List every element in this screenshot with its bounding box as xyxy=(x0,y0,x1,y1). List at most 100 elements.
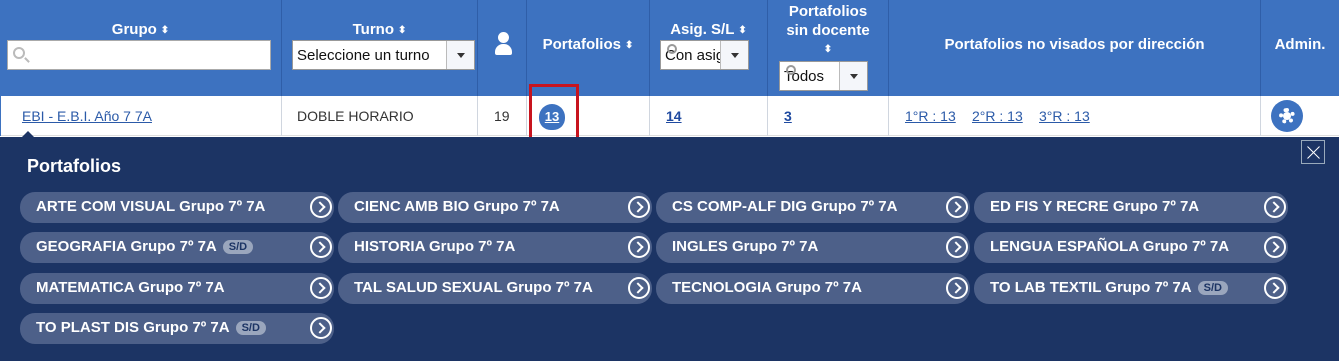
portafolio-item-text: TO LAB TEXTIL Grupo 7º 7A xyxy=(990,279,1192,296)
portafolio-item[interactable]: HISTORIA Grupo 7º 7A xyxy=(338,232,652,263)
header-asig-label: Asig. S/L xyxy=(670,21,735,38)
header-turno-label: Turno xyxy=(352,21,394,38)
portafolio-item-label: MATEMATICA Grupo 7º 7A xyxy=(36,279,225,296)
user-icon xyxy=(495,32,512,56)
asig-link[interactable]: 14 xyxy=(666,108,682,124)
header-admin-label: Admin. xyxy=(1274,36,1326,53)
chevron-right-circle-icon[interactable] xyxy=(946,196,968,218)
portafolio-item[interactable]: TAL SALUD SEXUAL Grupo 7º 7A xyxy=(338,273,652,304)
portafolio-item[interactable]: TO PLAST DIS Grupo 7º 7A S/D xyxy=(20,313,334,344)
cell-count: 19 xyxy=(478,96,527,136)
search-icon xyxy=(667,44,677,54)
table-row: EBI - E.B.I. Año 7 7A DOBLE HORARIO 19 1… xyxy=(0,96,1339,136)
header-portafolios-label: Portafolios xyxy=(542,36,621,53)
portafolio-item-text: ED FIS Y RECRE Grupo 7º 7A xyxy=(990,198,1200,215)
visado-link-3[interactable]: 3°R : 13 xyxy=(1039,108,1090,124)
sort-turno[interactable]: Turno ⬍ xyxy=(282,21,477,38)
portafolio-item-text: TECNOLOGIA Grupo 7º 7A xyxy=(672,279,862,296)
chevron-down-icon[interactable] xyxy=(720,41,748,69)
portafolio-item[interactable]: MATEMATICA Grupo 7º 7A xyxy=(20,273,334,304)
cell-no-visados: 1°R : 13 2°R : 13 3°R : 13 xyxy=(889,96,1261,136)
portafolio-item-text: TAL SALUD SEXUAL Grupo 7º 7A xyxy=(354,279,593,296)
chevron-right-circle-icon[interactable] xyxy=(946,277,968,299)
chevron-right-circle-icon[interactable] xyxy=(310,236,332,258)
chevron-right-circle-icon[interactable] xyxy=(628,196,650,218)
portafolio-item[interactable]: TECNOLOGIA Grupo 7º 7A xyxy=(656,273,970,304)
header-grupo-label: Grupo xyxy=(111,21,157,38)
portafolios-count-badge[interactable]: 13 xyxy=(539,104,565,130)
chevron-right-circle-icon[interactable] xyxy=(310,277,332,299)
chevron-down-icon[interactable] xyxy=(839,62,867,90)
cell-asig: 14 xyxy=(650,96,768,136)
portafolio-item[interactable]: INGLES Grupo 7º 7A xyxy=(656,232,970,263)
cell-portafolios: 13 xyxy=(527,96,650,136)
chevron-right-circle-icon[interactable] xyxy=(628,277,650,299)
gear-icon[interactable] xyxy=(1271,100,1303,132)
chevron-right-circle-icon[interactable] xyxy=(310,196,332,218)
search-icon xyxy=(13,47,25,59)
chevron-down-icon[interactable] xyxy=(446,41,474,69)
header-sin-docente-line2: sin docente xyxy=(786,22,870,39)
portafolio-item-label: ED FIS Y RECRE Grupo 7º 7A xyxy=(990,198,1199,215)
sort-icon: ⬍ xyxy=(823,44,833,55)
sin-docente-badge: S/D xyxy=(1197,281,1228,295)
cell-grupo: EBI - E.B.I. Año 7 7A xyxy=(0,96,282,136)
chevron-right-circle-icon[interactable] xyxy=(1264,236,1286,258)
chevron-right-circle-icon[interactable] xyxy=(310,317,332,339)
header-students xyxy=(478,0,527,96)
portafolio-item[interactable]: TO LAB TEXTIL Grupo 7º 7A S/D xyxy=(974,273,1288,304)
portafolio-item-label: TAL SALUD SEXUAL Grupo 7º 7A xyxy=(354,279,593,296)
sin-docente-badge: S/D xyxy=(222,240,254,254)
portafolio-item[interactable]: ED FIS Y RECRE Grupo 7º 7A xyxy=(974,192,1288,223)
portafolio-item-label: LENGUA ESPAÑOLA Grupo 7º 7A xyxy=(990,238,1229,255)
portafolio-item-text: TO PLAST DIS Grupo 7º 7A xyxy=(36,319,230,336)
sort-icon: ⬍ xyxy=(160,25,170,36)
sort-grupo[interactable]: Grupo ⬍ xyxy=(0,21,281,38)
portafolio-item-label: HISTORIA Grupo 7º 7A xyxy=(354,238,515,255)
portafolio-item[interactable]: GEOGRAFIA Grupo 7º 7A S/D xyxy=(20,232,334,263)
header-turno: Turno ⬍ Seleccione un turno xyxy=(282,0,478,96)
cell-admin xyxy=(1261,96,1339,136)
header-sin-docente-label[interactable]: Portafolios sin docente ⬍ xyxy=(768,2,888,59)
chevron-right-circle-icon[interactable] xyxy=(1264,196,1286,218)
portafolio-item-text: HISTORIA Grupo 7º 7A xyxy=(354,238,516,255)
visado-link-2[interactable]: 2°R : 13 xyxy=(972,108,1023,124)
portafolio-item[interactable]: CS COMP-ALF DIG Grupo 7º 7A xyxy=(656,192,970,223)
asig-select[interactable]: Con asig xyxy=(660,40,749,70)
chevron-right-circle-icon[interactable] xyxy=(1264,277,1286,299)
portafolio-item-text: ARTE COM VISUAL Grupo 7º 7A xyxy=(36,198,266,215)
portafolio-item-label: TECNOLOGIA Grupo 7º 7A xyxy=(672,279,862,296)
sort-icon: ⬍ xyxy=(624,40,634,51)
grupo-search-input[interactable] xyxy=(7,40,271,70)
portafolio-item[interactable]: CIENC AMB BIO Grupo 7º 7A xyxy=(338,192,652,223)
panel-pointer xyxy=(21,131,35,138)
portafolio-item-text: CS COMP-ALF DIG Grupo 7º 7A xyxy=(672,198,898,215)
header-no-visados-label: Portafolios no visados por dirección xyxy=(944,36,1205,53)
cell-turno: DOBLE HORARIO xyxy=(282,96,478,136)
portafolio-item-label: CIENC AMB BIO Grupo 7º 7A xyxy=(354,198,560,215)
header-sin-docente-line1: Portafolios xyxy=(788,3,868,20)
chevron-right-circle-icon[interactable] xyxy=(946,236,968,258)
chevron-right-circle-icon[interactable] xyxy=(628,236,650,258)
close-icon[interactable] xyxy=(1301,140,1325,164)
portafolio-item[interactable]: ARTE COM VISUAL Grupo 7º 7A xyxy=(20,192,334,223)
turno-select-value: Seleccione un turno xyxy=(297,47,430,64)
header-admin: Admin. xyxy=(1261,0,1339,96)
grupo-link[interactable]: EBI - E.B.I. Año 7 7A xyxy=(22,108,152,124)
header-sin-docente: Portafolios sin docente ⬍ Todos xyxy=(768,0,889,96)
portafolio-item[interactable]: LENGUA ESPAÑOLA Grupo 7º 7A xyxy=(974,232,1288,263)
sin-docente-badge: S/D xyxy=(235,321,266,335)
portafolio-item-label: CS COMP-ALF DIG Grupo 7º 7A xyxy=(672,198,897,215)
portafolio-item-label: TO LAB TEXTIL Grupo 7º 7A S/D xyxy=(990,279,1228,296)
portafolios-panel: Portafolios ARTE COM VISUAL Grupo 7º 7A C… xyxy=(0,137,1339,361)
sin-docente-select[interactable]: Todos xyxy=(779,61,868,91)
sin-docente-link[interactable]: 3 xyxy=(784,108,792,124)
portafolio-item-label: TO PLAST DIS Grupo 7º 7A S/D xyxy=(36,319,266,336)
portafolio-item-label: GEOGRAFIA Grupo 7º 7A S/D xyxy=(36,238,254,255)
sort-asig[interactable]: Asig. S/L ⬍ xyxy=(650,21,767,38)
visado-link-1[interactable]: 1°R : 13 xyxy=(905,108,956,124)
header-portafolios[interactable]: Portafolios ⬍ xyxy=(527,0,650,96)
portafolio-item-text: INGLES Grupo 7º 7A xyxy=(672,238,819,255)
portafolio-item-label: ARTE COM VISUAL Grupo 7º 7A xyxy=(36,198,265,215)
turno-select[interactable]: Seleccione un turno xyxy=(292,40,475,70)
